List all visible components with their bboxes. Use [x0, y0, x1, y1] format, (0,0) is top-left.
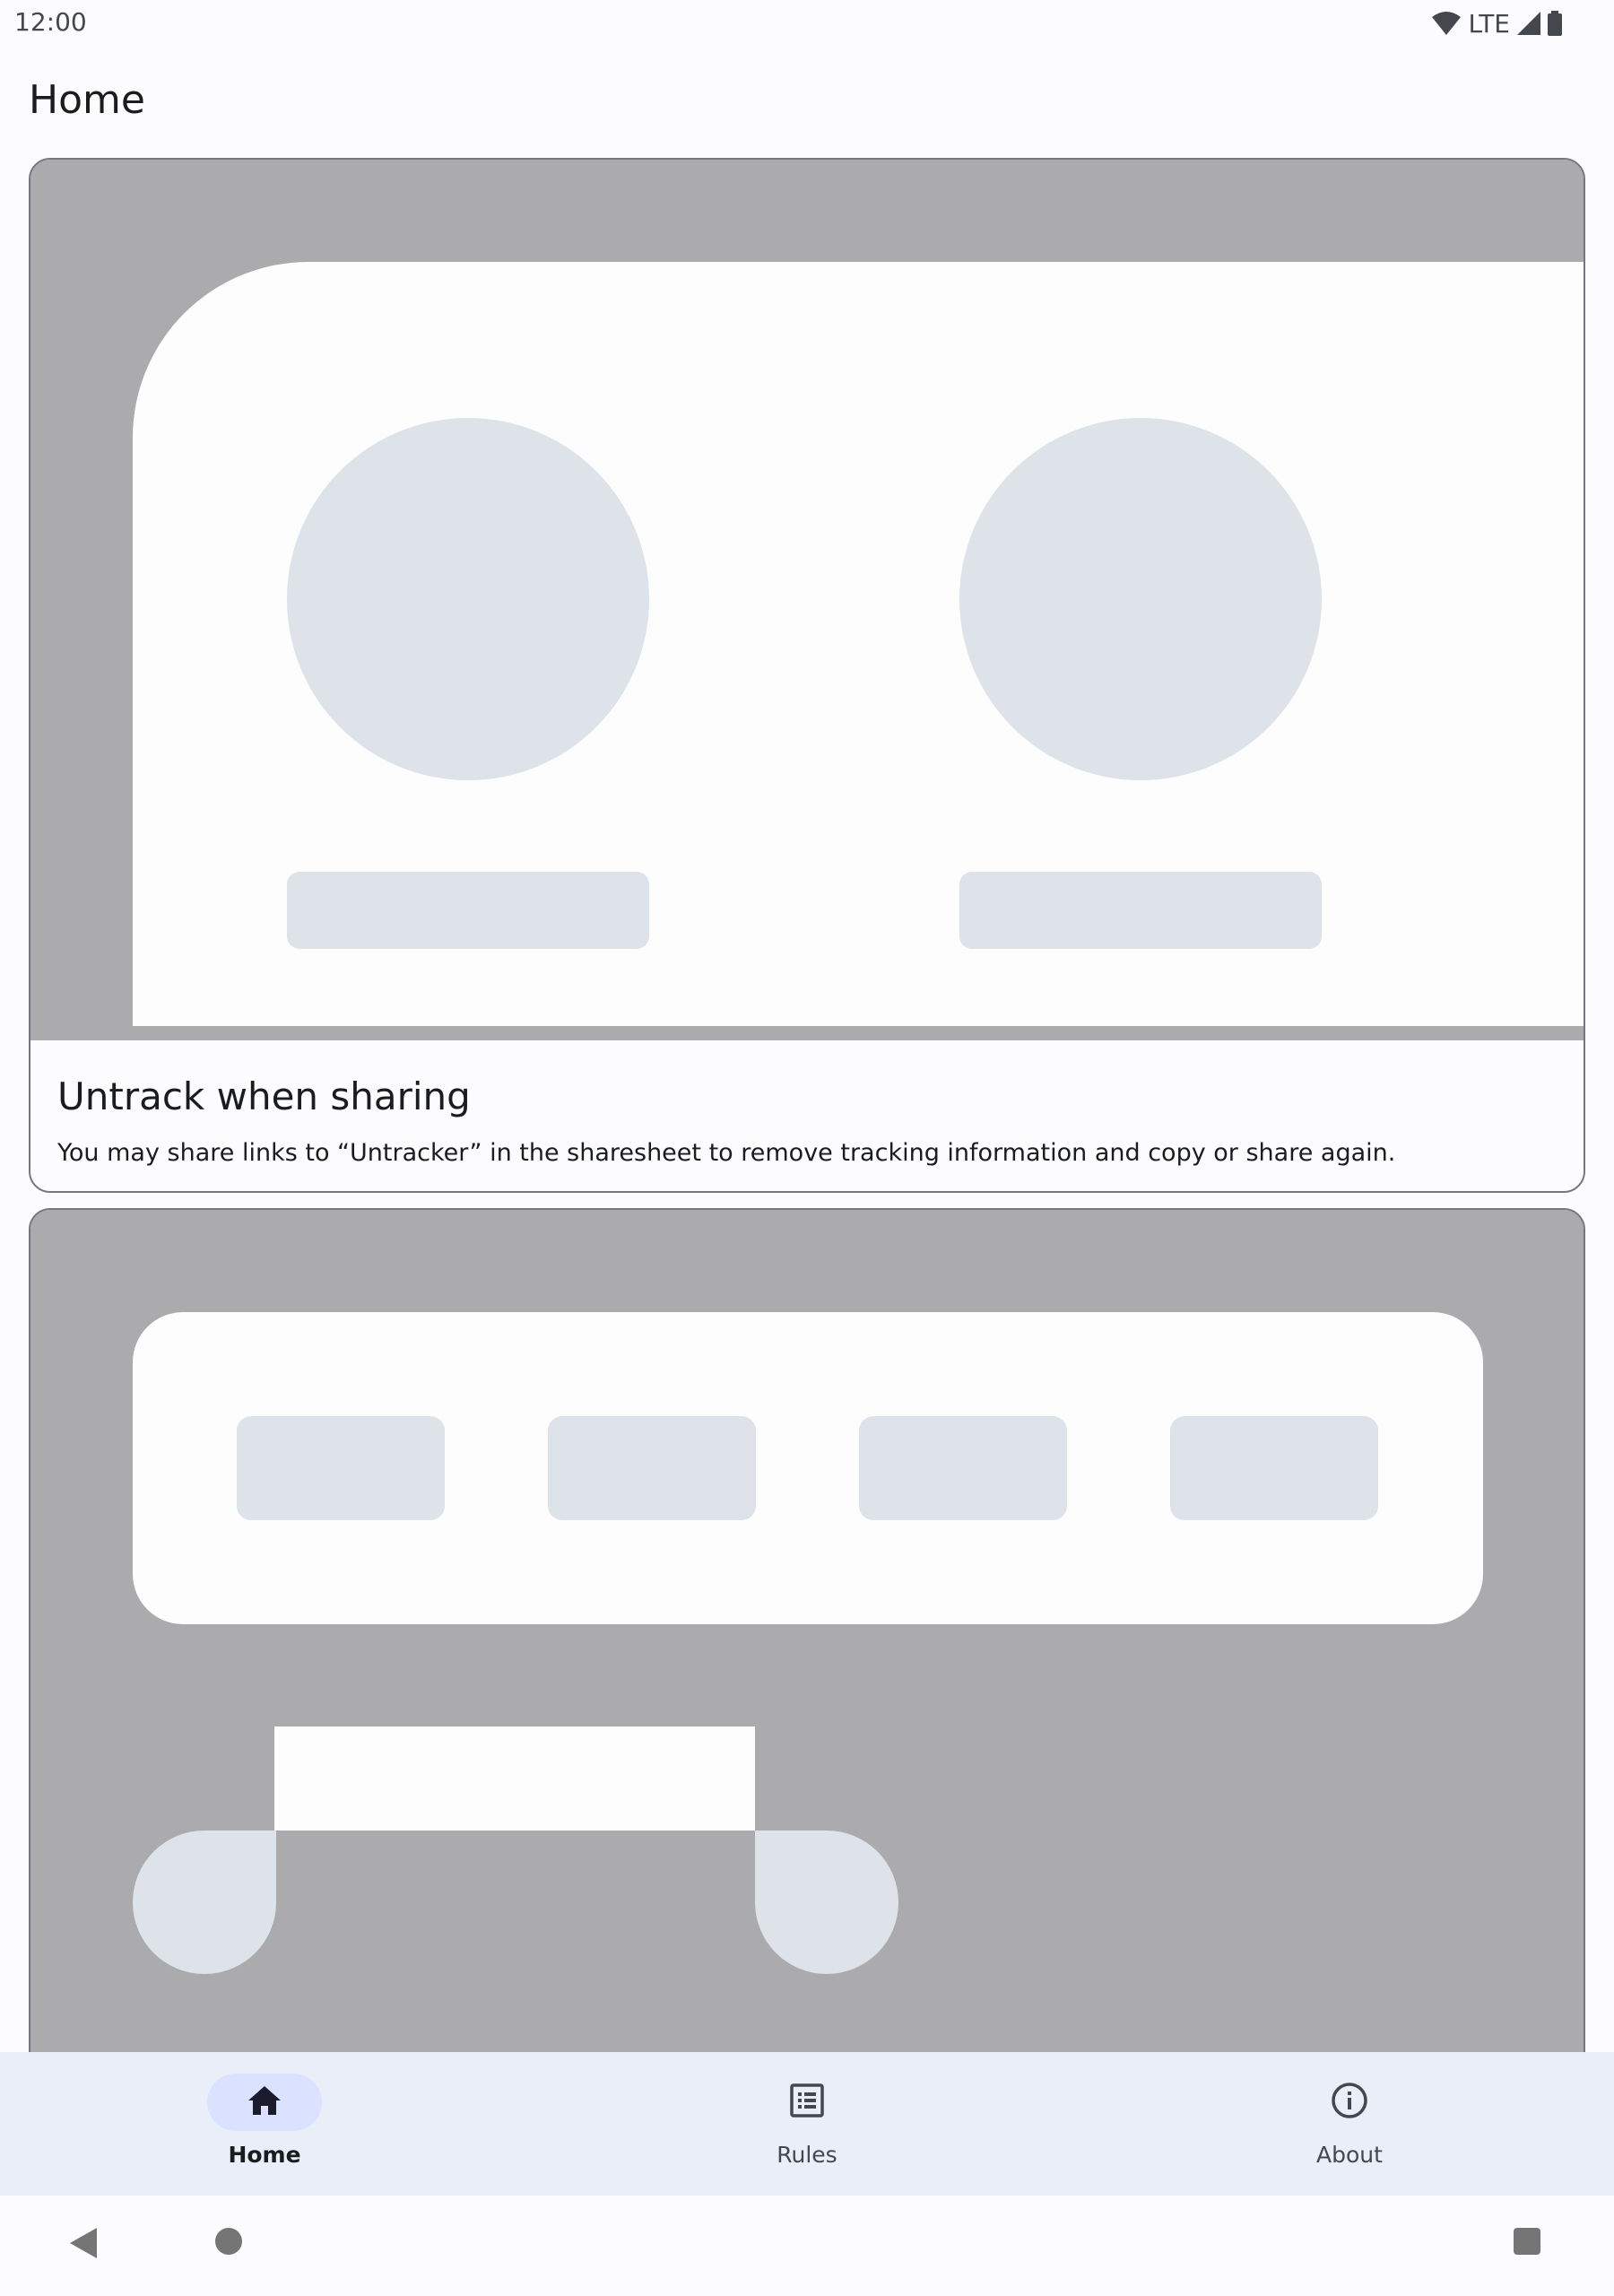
nav-label-rules: Rules — [777, 2142, 837, 2168]
system-navigation-bar — [0, 2196, 1614, 2296]
nav-icon-wrap — [1292, 2074, 1407, 2131]
illustration-app-circle — [287, 418, 649, 780]
illustration-app-label — [287, 872, 649, 949]
card-description: You may share links to “Untracker” in th… — [57, 1139, 1396, 1167]
illustration-handle-right — [755, 1831, 898, 1974]
card-illustration — [30, 160, 1584, 1035]
status-icons: LTE — [1432, 7, 1562, 39]
card-title: Untrack when sharing — [57, 1074, 471, 1118]
info-icon — [1331, 2082, 1368, 2123]
recents-icon[interactable] — [1514, 2228, 1540, 2255]
illustration-block — [237, 1416, 445, 1520]
nav-item-rules[interactable]: Rules — [672, 2052, 941, 2196]
battery-icon — [1548, 11, 1562, 36]
illustration-panel — [274, 1726, 755, 1831]
card-illustration — [30, 1210, 1584, 2103]
bottom-navigation: Home Rules About — [0, 2052, 1614, 2196]
illustration-app-circle — [959, 418, 1322, 780]
nav-active-indicator — [207, 2074, 322, 2131]
nav-label-home: Home — [228, 2142, 301, 2168]
illustration-share-sheet — [133, 262, 1584, 1026]
home-icon — [247, 2084, 282, 2120]
back-icon[interactable] — [70, 2228, 99, 2262]
card-text-area: Untrack when sharing You may share links… — [30, 1035, 1584, 1191]
illustration-app-label — [959, 872, 1322, 949]
status-bar: 12:00 LTE — [0, 0, 1614, 47]
list-icon — [789, 2083, 825, 2122]
nav-label-about: About — [1316, 2142, 1383, 2168]
feature-card-untrack-sharing[interactable]: Untrack when sharing You may share links… — [29, 158, 1585, 1193]
home-circle-icon[interactable] — [215, 2228, 242, 2255]
feature-card-illustration[interactable] — [29, 1208, 1585, 2105]
illustration-handle-left — [133, 1831, 276, 1974]
illustration-toolbar — [133, 1312, 1483, 1624]
cell-signal-icon — [1517, 12, 1540, 35]
network-label: LTE — [1468, 8, 1510, 39]
illustration-block — [548, 1416, 756, 1520]
illustration-block — [1170, 1416, 1378, 1520]
wifi-icon — [1432, 12, 1462, 35]
nav-item-about[interactable]: About — [1215, 2052, 1484, 2196]
nav-item-home[interactable]: Home — [130, 2052, 399, 2196]
page-title: Home — [29, 77, 145, 123]
nav-icon-wrap — [750, 2074, 864, 2131]
status-time: 12:00 — [14, 7, 87, 37]
illustration-block — [859, 1416, 1067, 1520]
